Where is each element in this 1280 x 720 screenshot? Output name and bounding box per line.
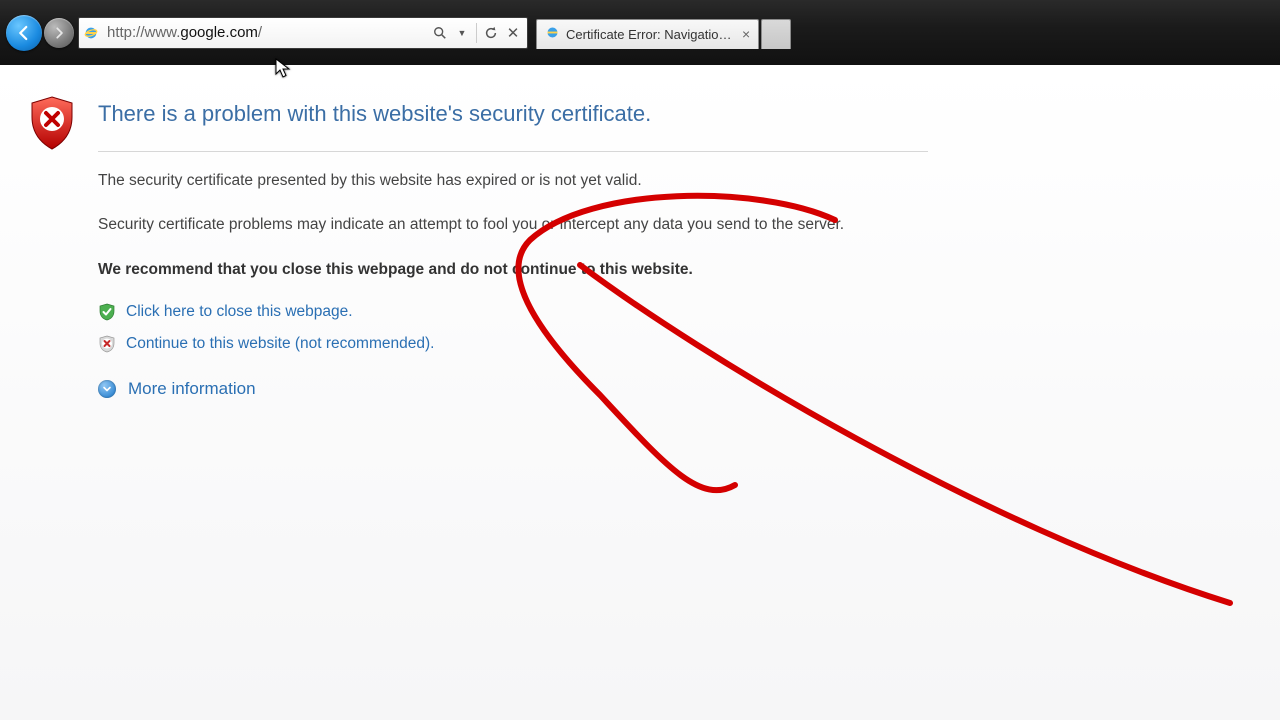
ie-logo-icon xyxy=(79,25,103,41)
tab-certificate-error[interactable]: Certificate Error: Navigation... × xyxy=(536,19,759,49)
cert-expired-text: The security certificate presented by th… xyxy=(98,170,888,192)
refresh-icon[interactable] xyxy=(483,25,499,41)
divider xyxy=(98,151,928,152)
separator xyxy=(476,23,477,43)
forward-button[interactable] xyxy=(44,18,74,48)
address-bar[interactable]: http://www.google.com/ ▼ ✕ xyxy=(78,17,528,49)
search-dropdown-icon[interactable]: ▼ xyxy=(454,25,470,41)
tab-strip: Certificate Error: Navigation... × xyxy=(536,17,791,49)
check-shield-icon xyxy=(98,303,116,321)
ie-logo-icon xyxy=(545,25,560,43)
more-info-label: More information xyxy=(128,379,256,399)
new-tab-button[interactable] xyxy=(761,19,791,49)
browser-chrome: http://www.google.com/ ▼ ✕ Certificate E… xyxy=(0,0,1280,65)
page-content: There is a problem with this website's s… xyxy=(0,65,1280,720)
chevron-down-icon xyxy=(98,380,116,398)
url-prefix: http://www. xyxy=(107,24,180,41)
arrow-right-icon xyxy=(52,26,66,40)
search-icon[interactable] xyxy=(432,25,448,41)
back-button[interactable] xyxy=(6,15,42,51)
cert-warning-text: Security certificate problems may indica… xyxy=(98,214,888,236)
arrow-left-icon xyxy=(15,24,33,42)
url-domain: google.com xyxy=(180,24,258,41)
recommend-text: We recommend that you close this webpage… xyxy=(98,259,888,281)
close-option: Click here to close this webpage. xyxy=(98,303,928,321)
x-shield-icon xyxy=(98,335,116,353)
tab-close-icon[interactable]: × xyxy=(742,27,750,41)
shield-error-icon xyxy=(28,95,76,399)
url-suffix: / xyxy=(258,24,262,41)
address-tools: ▼ ✕ xyxy=(426,23,527,43)
stop-icon[interactable]: ✕ xyxy=(505,25,521,41)
address-url: http://www.google.com/ xyxy=(103,24,426,41)
tab-title: Certificate Error: Navigation... xyxy=(566,27,736,42)
continue-website-link[interactable]: Continue to this website (not recommende… xyxy=(126,335,434,353)
close-webpage-link[interactable]: Click here to close this webpage. xyxy=(126,303,353,321)
continue-option: Continue to this website (not recommende… xyxy=(98,335,928,353)
nav-buttons xyxy=(6,15,74,51)
more-information[interactable]: More information xyxy=(98,379,928,399)
page-title: There is a problem with this website's s… xyxy=(98,101,928,127)
